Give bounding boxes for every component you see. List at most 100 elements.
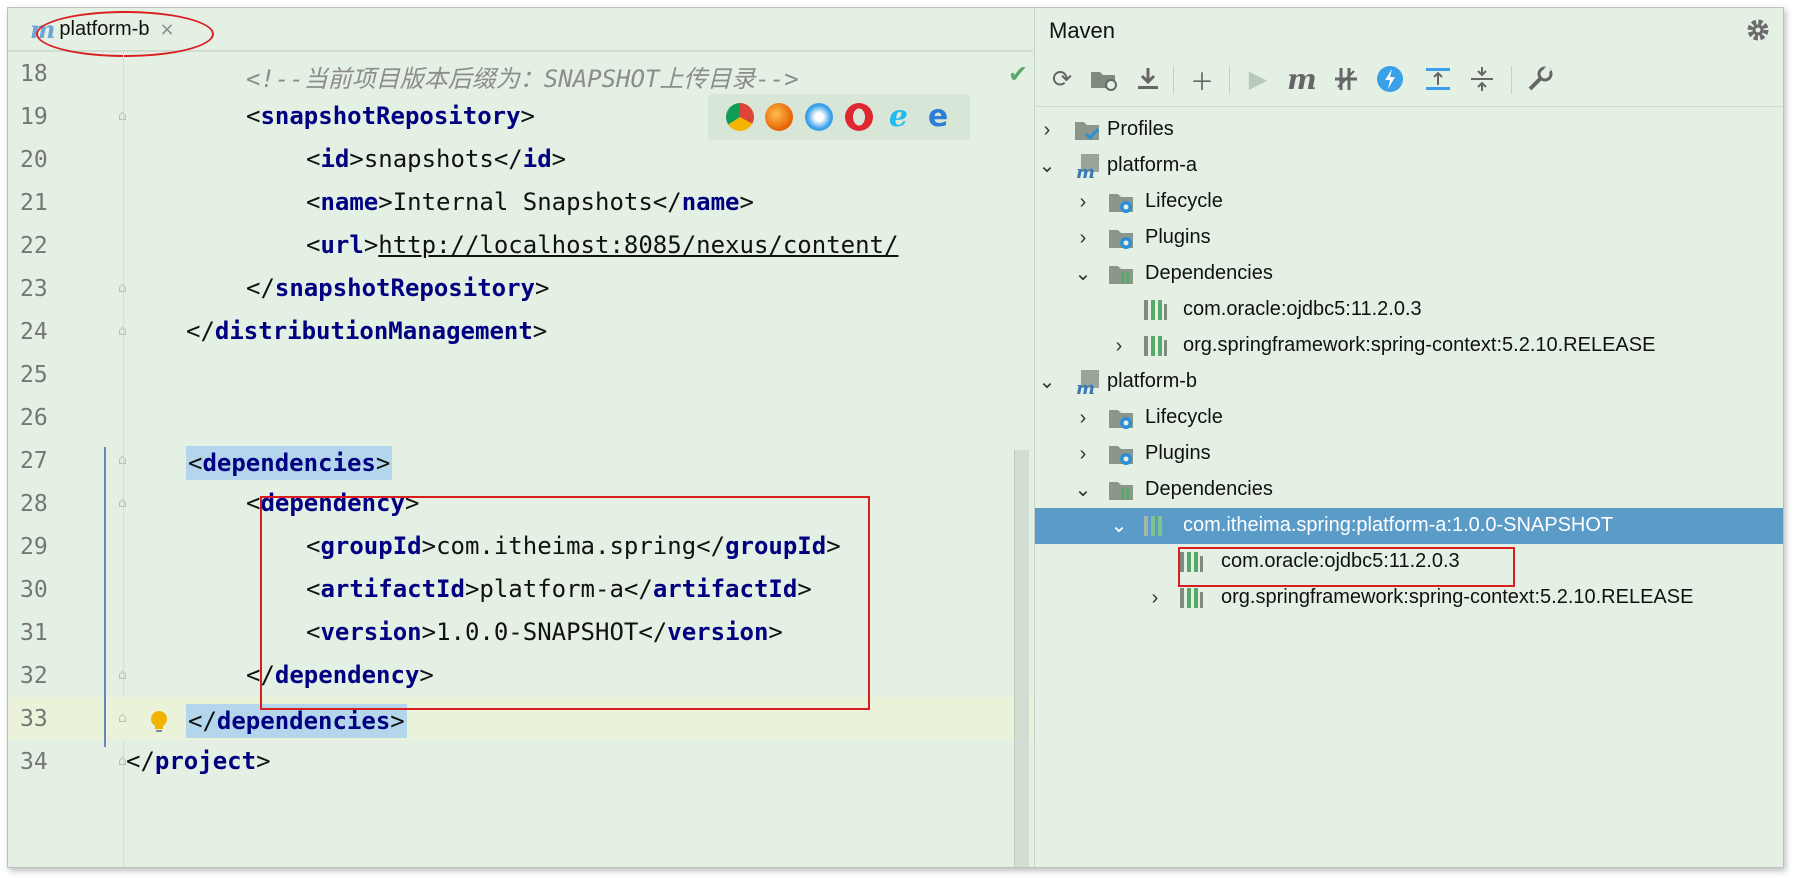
tree-node-profiles[interactable]: › Profiles: [1035, 112, 1783, 148]
fold-end-marker-icon[interactable]: ⌂: [115, 668, 130, 683]
edge-icon[interactable]: e: [924, 102, 952, 132]
profiles-icon: [1075, 122, 1100, 141]
tree-node-dependency[interactable]: › org.springframework:spring-context:5.2…: [1035, 580, 1783, 616]
code-text: <version>1.0.0-SNAPSHOT</version>: [306, 618, 783, 646]
code-line: 30 <artifactId>platform-a</artifactId>: [8, 568, 1033, 611]
add-icon[interactable]: ＋: [1185, 62, 1219, 96]
ie-icon[interactable]: e: [884, 102, 912, 132]
chevron-right-icon[interactable]: ›: [1073, 226, 1093, 250]
fold-marker-icon[interactable]: ⌂: [115, 496, 130, 511]
code-text: </distributionManagement>: [186, 317, 548, 345]
line-number: 20: [20, 147, 48, 173]
fold-marker-icon[interactable]: ⌂: [115, 453, 130, 468]
fold-end-marker-icon[interactable]: ⌂: [115, 281, 130, 296]
line-number: 29: [20, 534, 48, 560]
code-line: 22 <url>http://localhost:8085/nexus/cont…: [8, 224, 1033, 267]
show-dependencies-icon[interactable]: [1421, 62, 1455, 96]
generate-sources-icon[interactable]: [1087, 62, 1121, 96]
code-line: 27 ⌂ <dependencies>: [8, 439, 1033, 482]
line-number: 25: [20, 362, 48, 388]
line-number: 31: [20, 620, 48, 646]
chevron-right-icon[interactable]: ›: [1109, 334, 1129, 358]
chevron-down-icon[interactable]: ⌄: [1037, 154, 1057, 178]
chevron-right-icon[interactable]: ›: [1037, 118, 1057, 142]
tree-node-plugins[interactable]: › Plugins: [1035, 220, 1783, 256]
dependencies-folder-icon: [1109, 266, 1133, 284]
tree-node-dependency[interactable]: com.oracle:ojdbc5:11.2.0.3: [1035, 544, 1783, 580]
tree-node-platform-b[interactable]: ⌄ m platform-b: [1035, 364, 1783, 400]
run-icon[interactable]: ▶: [1241, 62, 1275, 96]
tree-node-dependencies[interactable]: ⌄ Dependencies: [1035, 472, 1783, 508]
code-line: 23 ⌂ </snapshotRepository>: [8, 267, 1033, 310]
code-line: 29 <groupId>com.itheima.spring</groupId>: [8, 525, 1033, 568]
safari-icon[interactable]: [805, 103, 834, 131]
tree-node-dependency[interactable]: com.oracle:ojdbc5:11.2.0.3: [1035, 292, 1783, 328]
firefox-icon[interactable]: [765, 103, 794, 131]
line-number: 33: [20, 706, 48, 732]
fold-end-marker-icon[interactable]: ⌂: [115, 324, 130, 339]
editor-tab-platform-b[interactable]: m platform-b ×: [12, 10, 175, 48]
url-link[interactable]: http://localhost:8085/nexus/content/: [378, 231, 898, 259]
code-line: 20 <id>snapshots</id>: [8, 138, 1033, 181]
chevron-down-icon[interactable]: ⌄: [1037, 370, 1057, 394]
library-icon: [1180, 552, 1203, 572]
editor-scrollbar[interactable]: [1014, 450, 1029, 867]
line-number: 27: [20, 448, 48, 474]
chevron-right-icon[interactable]: ›: [1145, 586, 1165, 610]
chevron-right-icon[interactable]: ›: [1073, 406, 1093, 430]
lifecycle-folder-icon: [1109, 410, 1133, 429]
chrome-icon[interactable]: [725, 103, 754, 131]
code-text: <groupId>com.itheima.spring</groupId>: [306, 532, 841, 560]
tree-node-lifecycle[interactable]: › Lifecycle: [1035, 400, 1783, 436]
tree-node-plugins[interactable]: › Plugins: [1035, 436, 1783, 472]
code-text: <url>http://localhost:8085/nexus/content…: [306, 231, 899, 259]
fold-end-marker-icon[interactable]: ⌂: [115, 711, 130, 726]
chevron-right-icon[interactable]: ›: [1073, 190, 1093, 214]
code-line: 28 ⌂ <dependency>: [8, 482, 1033, 525]
chevron-down-icon[interactable]: ⌄: [1073, 478, 1093, 502]
maven-toolbar: ⟳ ＋ ▶ m: [1035, 54, 1783, 107]
code-text: <snapshotRepository>: [246, 102, 535, 130]
close-tab-icon[interactable]: ×: [159, 19, 174, 40]
code-text: <name>Internal Snapshots</name>: [306, 188, 754, 216]
code-text-highlighted: </dependencies>: [186, 704, 407, 738]
wrench-icon[interactable]: [1523, 62, 1557, 96]
tree-node-lifecycle[interactable]: › Lifecycle: [1035, 184, 1783, 220]
line-number: 34: [20, 749, 48, 775]
gear-icon[interactable]: [1744, 16, 1772, 44]
xml-comment: <!--当前项目版本后缀为：SNAPSHOT上传目录-->: [246, 65, 799, 93]
editor-tab-bar: m platform-b ×: [8, 8, 1033, 52]
code-editor[interactable]: m platform-b × ✔ 18 <!--当前项目版本后缀为：SNAPSH…: [8, 8, 1033, 867]
fold-marker-icon[interactable]: ⌂: [115, 109, 130, 124]
chevron-right-icon[interactable]: ›: [1073, 442, 1093, 466]
execute-goal-icon[interactable]: m: [1285, 62, 1319, 96]
maven-title: Maven: [1049, 18, 1116, 43]
skip-tests-icon[interactable]: [1373, 62, 1407, 96]
code-line: 26: [8, 396, 1033, 439]
line-number: 18: [20, 61, 48, 87]
toggle-offline-icon[interactable]: [1329, 62, 1363, 96]
maven-module-icon: m: [1076, 154, 1099, 180]
tree-node-dependency-selected[interactable]: ⌄ com.itheima.spring:platform-a:1.0.0-SN…: [1035, 508, 1783, 544]
line-number: 30: [20, 577, 48, 603]
collapse-all-icon[interactable]: [1465, 62, 1499, 96]
plugins-folder-icon: [1109, 446, 1133, 465]
intention-bulb-icon[interactable]: [149, 710, 169, 734]
library-icon: [1180, 588, 1203, 608]
line-number: 28: [20, 491, 48, 517]
svg-text:m: m: [1076, 162, 1095, 180]
svg-text:m: m: [1076, 378, 1095, 396]
opera-icon[interactable]: [844, 103, 873, 131]
reload-icon[interactable]: ⟳: [1045, 62, 1079, 96]
plugins-folder-icon: [1109, 230, 1133, 249]
maven-tool-window: Maven ⟳ ＋ ▶ m › Profiles ⌄ m platform-a …: [1034, 8, 1783, 867]
library-icon: [1144, 300, 1167, 320]
code-line: 25: [8, 353, 1033, 396]
download-icon[interactable]: [1131, 62, 1165, 96]
tree-node-platform-a[interactable]: ⌄ m platform-a: [1035, 148, 1783, 184]
chevron-down-icon[interactable]: ⌄: [1109, 514, 1129, 538]
tree-node-dependency[interactable]: › org.springframework:spring-context:5.2…: [1035, 328, 1783, 364]
chevron-down-icon[interactable]: ⌄: [1073, 262, 1093, 286]
code-text: <id>snapshots</id>: [306, 145, 567, 173]
tree-node-dependencies[interactable]: ⌄ Dependencies: [1035, 256, 1783, 292]
